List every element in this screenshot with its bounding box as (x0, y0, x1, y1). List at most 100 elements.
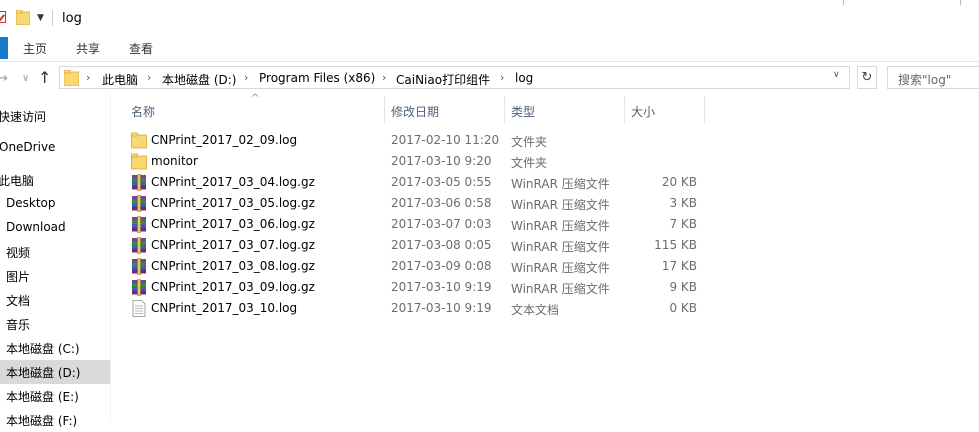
file-type: 文件夹 (511, 156, 548, 170)
winrar-icon (131, 257, 147, 276)
address-bar[interactable]: › 此电脑 › 本地磁盘 (D:) › Program Files (x86) … (59, 66, 850, 89)
file-date: 2017-03-08 0:05 (391, 238, 492, 252)
file-size: 7 KB (669, 217, 697, 231)
refresh-icon: ↻ (861, 70, 873, 85)
file-date: 2017-02-10 11:20 (391, 133, 500, 147)
sidebar-item-videos[interactable]: 视频 (0, 240, 110, 264)
title-divider (52, 10, 53, 26)
file-date: 2017-03-10 9:19 (391, 280, 492, 294)
sidebar-item-music[interactable]: 音乐 (0, 312, 110, 336)
file-row[interactable]: CNPrint_2017_03_05.log.gz 2017-03-06 0:58… (127, 193, 717, 214)
column-header-type[interactable]: 类型 (505, 96, 625, 124)
winrar-icon (131, 236, 147, 255)
file-name: CNPrint_2017_03_07.log.gz (151, 238, 315, 252)
crumb-this-pc[interactable]: 此电脑 (102, 71, 138, 88)
chevron-right-icon[interactable]: › (244, 71, 248, 84)
file-date: 2017-03-06 0:58 (391, 196, 492, 210)
tab-view[interactable]: 查看 (129, 40, 153, 57)
file-date: 2017-03-05 0:55 (391, 175, 492, 189)
file-name: CNPrint_2017_03_09.log.gz (151, 280, 315, 294)
file-row[interactable]: CNPrint_2017_03_09.log.gz 2017-03-10 9:19… (127, 277, 717, 298)
file-name: CNPrint_2017_03_06.log.gz (151, 217, 315, 231)
file-name: CNPrint_2017_03_08.log.gz (151, 259, 315, 273)
file-row[interactable]: CNPrint_2017_03_04.log.gz 2017-03-05 0:55… (127, 172, 717, 193)
properties-check-icon[interactable] (0, 11, 6, 23)
file-row[interactable]: CNPrint_2017_03_10.log 2017-03-10 9:19 文本文… (127, 298, 717, 319)
up-arrow-icon[interactable]: ↑ (38, 68, 51, 87)
sidebar-item-documents[interactable]: 文档 (0, 288, 110, 312)
back-arrow-icon[interactable]: → (0, 71, 8, 86)
file-size: 115 KB (654, 238, 697, 252)
file-type: WinRAR 压缩文件 (511, 198, 610, 212)
sidebar-item-download[interactable]: Download (0, 216, 110, 240)
winrar-icon (131, 194, 147, 213)
file-date: 2017-03-10 9:20 (391, 154, 492, 168)
file-type: WinRAR 压缩文件 (511, 261, 610, 275)
file-date: 2017-03-07 0:03 (391, 217, 492, 231)
file-row[interactable]: monitor 2017-03-10 9:20 文件夹 (127, 151, 717, 172)
navigation-bar: → ∨ ↑ › 此电脑 › 本地磁盘 (D:) › Program Files … (0, 62, 979, 94)
crumb-cainiao[interactable]: CaiNiao打印组件 (396, 71, 490, 88)
column-header-size[interactable]: 大小 (625, 96, 705, 124)
window-title: log (62, 11, 82, 26)
crumb-log[interactable]: log (515, 71, 533, 85)
chevron-right-icon[interactable]: › (147, 71, 151, 84)
title-divider (843, 0, 844, 5)
tab-file[interactable] (0, 37, 8, 59)
sidebar-item-onedrive[interactable]: OneDrive (0, 136, 110, 160)
file-name: CNPrint_2017_03_04.log.gz (151, 175, 315, 189)
sidebar-item-drive-c[interactable]: 本地磁盘 (C:) (0, 336, 110, 360)
tab-home[interactable]: 主页 (23, 40, 47, 57)
folder-icon (64, 70, 79, 86)
crumb-program-files[interactable]: Program Files (x86) (259, 71, 375, 85)
sidebar-item-drive-f[interactable]: 本地磁盘 (F:) (0, 408, 110, 432)
file-date: 2017-03-10 9:19 (391, 301, 492, 315)
sidebar-item-quick-access[interactable]: 快速访问 (0, 104, 110, 128)
file-row[interactable]: CNPrint_2017_03_08.log.gz 2017-03-09 0:08… (127, 256, 717, 277)
address-dropdown-icon[interactable]: ∨ (833, 70, 840, 80)
file-type: WinRAR 压缩文件 (511, 282, 610, 296)
text-file-icon (131, 300, 147, 317)
file-row[interactable]: CNPrint_2017_02_09.log 2017-02-10 11:20 文件… (127, 130, 717, 151)
column-header-date[interactable]: 修改日期 (385, 96, 505, 124)
crumb-drive-d[interactable]: 本地磁盘 (D:) (162, 71, 236, 88)
title-divider (960, 0, 961, 5)
winrar-icon (131, 173, 147, 192)
title-bar: ▼ log (0, 0, 979, 34)
folder-icon (131, 132, 147, 149)
sidebar-item-this-pc[interactable]: 此电脑 (0, 168, 110, 192)
chevron-right-icon[interactable]: › (500, 71, 504, 84)
new-folder-icon[interactable] (16, 10, 30, 25)
file-size: 17 KB (661, 259, 697, 273)
file-row[interactable]: CNPrint_2017_03_07.log.gz 2017-03-08 0:05… (127, 235, 717, 256)
column-header-name[interactable]: 名称 (127, 96, 385, 124)
sidebar-item-drive-e[interactable]: 本地磁盘 (E:) (0, 384, 110, 408)
refresh-button[interactable]: ↻ (857, 66, 877, 89)
sidebar-item-drive-d[interactable]: 本地磁盘 (D:) (0, 360, 110, 384)
file-name: CNPrint_2017_02_09.log (151, 133, 298, 147)
recent-dropdown-icon[interactable]: ∨ (22, 73, 29, 84)
file-size: 0 KB (669, 301, 697, 315)
file-name: monitor (151, 154, 198, 168)
search-placeholder: 搜索"log" (898, 73, 952, 87)
folder-icon (131, 153, 147, 170)
chevron-right-icon[interactable]: › (86, 71, 90, 84)
search-input[interactable]: 搜索"log" (887, 66, 979, 89)
quick-access-dropdown-icon[interactable]: ▼ (37, 13, 44, 23)
file-name: CNPrint_2017_03_10.log (151, 301, 298, 315)
file-row[interactable]: CNPrint_2017_03_06.log.gz 2017-03-07 0:03… (127, 214, 717, 235)
sidebar-item-pictures[interactable]: 图片 (0, 264, 110, 288)
chevron-right-icon[interactable]: › (382, 71, 386, 84)
sidebar-item-desktop[interactable]: Desktop (0, 192, 110, 216)
file-type: WinRAR 压缩文件 (511, 240, 610, 254)
winrar-icon (131, 278, 147, 297)
file-size: 3 KB (669, 196, 697, 210)
column-divider[interactable] (704, 96, 705, 124)
tab-share[interactable]: 共享 (76, 40, 100, 57)
file-type: 文件夹 (511, 135, 548, 149)
file-type: WinRAR 压缩文件 (511, 177, 610, 191)
file-date: 2017-03-09 0:08 (391, 259, 492, 273)
ribbon-tabs: 主页 共享 查看 (0, 34, 979, 61)
file-type: WinRAR 压缩文件 (511, 219, 610, 233)
file-name: CNPrint_2017_03_05.log.gz (151, 196, 315, 210)
